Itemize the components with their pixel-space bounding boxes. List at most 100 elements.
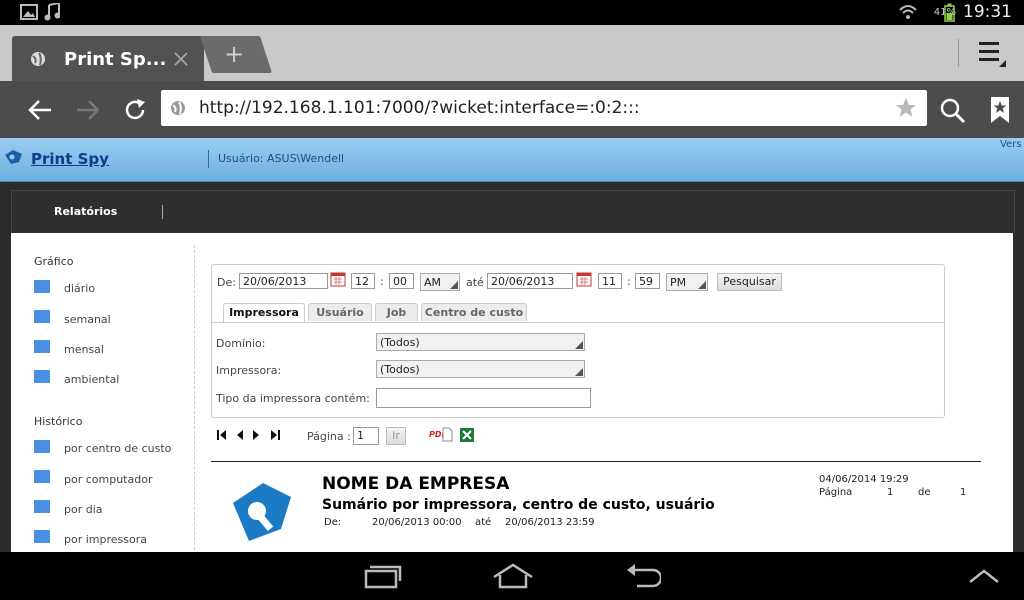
to-minute-input[interactable]: 59 bbox=[635, 273, 660, 289]
report-to: 20/06/2013 23:59 bbox=[505, 517, 595, 528]
back-icon[interactable] bbox=[625, 564, 661, 588]
report-de2-label: de bbox=[918, 487, 931, 498]
tipo-input[interactable] bbox=[376, 388, 591, 408]
nav-separator bbox=[162, 205, 163, 219]
report-de-label: De: bbox=[324, 517, 342, 528]
report-page-total: 1 bbox=[960, 487, 967, 498]
tab-underline bbox=[212, 322, 944, 323]
excel-export-icon[interactable] bbox=[459, 427, 475, 443]
url-text: http://192.168.1.101:7000/?wicket:interf… bbox=[199, 98, 640, 118]
music-icon bbox=[44, 3, 60, 21]
chart-item-icon bbox=[34, 340, 50, 353]
app-header: Print Spy Usuário: ASUS\Wendell Vers bbox=[0, 138, 1024, 182]
sidebar-item-mensal[interactable]: mensal bbox=[64, 343, 104, 356]
content-panel: Gráfico diário semanal mensal ambiental … bbox=[11, 233, 1013, 552]
site-globe-icon bbox=[171, 101, 185, 115]
report-pagina-label: Página bbox=[819, 487, 853, 498]
dominio-label: Domínio: bbox=[216, 337, 266, 350]
print-spy-logo-icon bbox=[5, 150, 22, 164]
browser-toolbar: http://192.168.1.101:7000/?wicket:interf… bbox=[0, 81, 1024, 138]
bookmarks-icon[interactable] bbox=[989, 96, 1011, 124]
dropdown-arrow-icon bbox=[450, 281, 458, 289]
last-page-icon[interactable] bbox=[271, 430, 280, 440]
menu-separator bbox=[958, 39, 959, 67]
history-item-icon bbox=[34, 440, 50, 453]
reload-icon[interactable] bbox=[124, 98, 148, 122]
go-button[interactable]: Ir bbox=[386, 427, 406, 445]
sidebar-heading-historico: Histórico bbox=[34, 415, 83, 428]
sidebar-item-semanal[interactable]: semanal bbox=[64, 313, 111, 326]
document-icon bbox=[442, 427, 453, 442]
version-link[interactable]: Vers bbox=[1000, 139, 1022, 150]
recent-apps-icon[interactable] bbox=[364, 563, 402, 589]
report-top-rule bbox=[211, 461, 981, 462]
top-nav: Relatórios bbox=[11, 190, 1015, 233]
search-icon[interactable] bbox=[940, 98, 966, 124]
star-icon[interactable] bbox=[895, 97, 917, 118]
from-hour-input[interactable]: 12 bbox=[351, 273, 375, 289]
page-input[interactable]: 1 bbox=[353, 427, 379, 445]
tab-impressora[interactable]: Impressora bbox=[223, 303, 305, 322]
sidebar-divider bbox=[194, 245, 195, 552]
close-tab-icon[interactable] bbox=[174, 52, 188, 66]
app-title-link[interactable]: Print Spy bbox=[31, 150, 109, 168]
from-minute-input[interactable]: 00 bbox=[389, 273, 414, 289]
impressora-label: Impressora: bbox=[216, 364, 282, 377]
sidebar-item-impressora[interactable]: por impressora bbox=[64, 533, 147, 546]
to-ampm-select[interactable]: PM bbox=[666, 273, 708, 291]
from-date-input[interactable]: 20/06/2013 bbox=[239, 273, 328, 289]
from-label: De: bbox=[217, 276, 236, 289]
tab-centro-de-custo[interactable]: Centro de custo bbox=[421, 303, 527, 321]
home-icon[interactable] bbox=[492, 563, 534, 589]
calendar-icon[interactable] bbox=[330, 272, 346, 287]
to-hour-input[interactable]: 11 bbox=[598, 273, 622, 289]
from-ampm-select[interactable]: AM bbox=[420, 273, 460, 291]
filter-form: De: 20/06/2013 12 : 00 AM até 20/06/2013… bbox=[211, 264, 945, 418]
dominio-select[interactable]: (Todos) bbox=[376, 333, 585, 351]
menu-icon[interactable] bbox=[978, 40, 1008, 68]
header-separator bbox=[208, 150, 209, 168]
time-colon: : bbox=[380, 275, 384, 288]
company-logo-icon bbox=[233, 483, 291, 541]
impressora-value: (Todos) bbox=[380, 363, 420, 376]
back-arrow-icon[interactable] bbox=[27, 99, 53, 121]
report-generated: 04/06/2014 19:29 bbox=[819, 474, 909, 485]
search-button[interactable]: Pesquisar bbox=[717, 273, 782, 291]
sidebar-item-centro-custo[interactable]: por centro de custo bbox=[64, 442, 171, 455]
chevron-up-icon[interactable] bbox=[968, 568, 1000, 584]
report-ate-label: até bbox=[475, 517, 492, 528]
to-label: até bbox=[466, 276, 484, 289]
page-label: Página : bbox=[307, 430, 351, 443]
chart-item-icon bbox=[34, 370, 50, 383]
prev-page-icon[interactable] bbox=[237, 430, 243, 440]
sidebar-item-dia[interactable]: por dia bbox=[64, 503, 103, 516]
sidebar-item-ambiental[interactable]: ambiental bbox=[64, 373, 119, 386]
dominio-value: (Todos) bbox=[380, 336, 420, 349]
tab-usuario[interactable]: Usuário bbox=[308, 303, 372, 321]
globe-icon bbox=[31, 52, 45, 66]
sidebar-item-diario[interactable]: diário bbox=[64, 282, 95, 295]
dropdown-arrow-icon bbox=[575, 368, 583, 376]
main-area: Relatórios Gráfico diário semanal mensal… bbox=[0, 182, 1024, 552]
calendar-icon[interactable] bbox=[576, 272, 592, 287]
pdf-export-icon[interactable]: PDF bbox=[429, 427, 453, 443]
address-bar[interactable]: http://192.168.1.101:7000/?wicket:interf… bbox=[161, 90, 927, 126]
gallery-icon bbox=[20, 4, 38, 20]
impressora-select[interactable]: (Todos) bbox=[376, 360, 585, 378]
new-tab-plus: + bbox=[224, 40, 245, 68]
chart-item-icon bbox=[34, 280, 50, 293]
to-date-input[interactable]: 20/06/2013 bbox=[487, 273, 573, 289]
tab-job[interactable]: Job bbox=[375, 303, 418, 321]
browser-tab-active[interactable]: Print Sp... bbox=[12, 36, 204, 81]
clock: 19:31 bbox=[963, 2, 1012, 22]
history-item-icon bbox=[34, 530, 50, 543]
tipo-label: Tipo da impressora contém: bbox=[216, 392, 370, 405]
next-page-icon[interactable] bbox=[253, 430, 259, 440]
first-page-icon[interactable] bbox=[217, 430, 226, 440]
chart-item-icon bbox=[34, 310, 50, 323]
tab-title: Print Sp... bbox=[64, 49, 167, 70]
forward-arrow-icon[interactable] bbox=[75, 99, 101, 121]
nav-relatorios[interactable]: Relatórios bbox=[54, 205, 117, 218]
sidebar-item-computador[interactable]: por computador bbox=[64, 473, 152, 486]
history-item-icon bbox=[34, 500, 50, 513]
